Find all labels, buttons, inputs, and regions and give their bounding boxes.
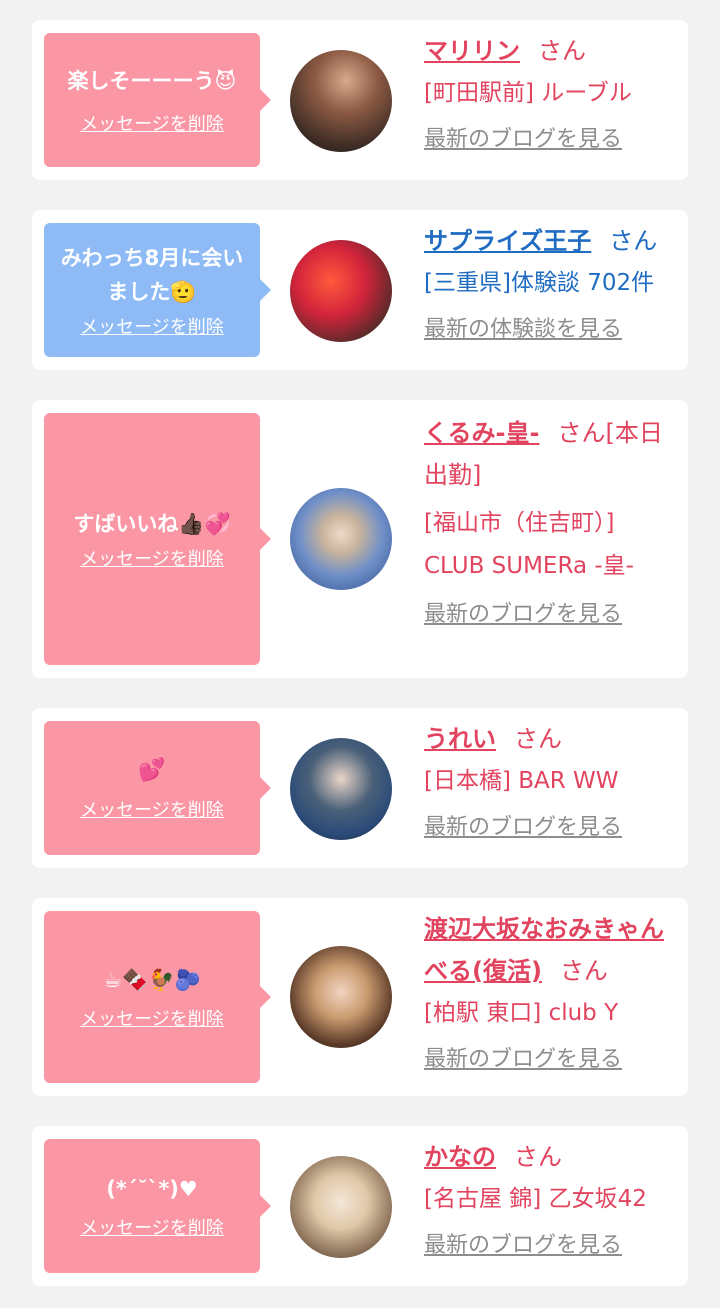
message-text: (*´˘`*)♥ [106,1177,198,1201]
list-item: すばいいね👍🏿💞 メッセージを削除 くるみ-皇- さん[本日出勤] [福山市（住吉… [32,400,688,678]
avatar[interactable] [290,946,392,1048]
message-text: ☕🍫🐓🫐 [103,968,201,992]
list-item: (*´˘`*)♥ メッセージを削除 かなの さん [名古屋 錦] 乙女坂42 最新… [32,1126,688,1286]
profile-name-link[interactable]: くるみ-皇- [424,419,539,447]
message-text: みわっち8月に会いました🫡 [60,246,244,304]
delete-message-link[interactable]: メッセージを削除 [80,545,224,571]
honorific: さん [538,37,586,65]
message-bubble: (*´˘`*)♥ メッセージを削除 [44,1139,271,1273]
profile-name-link[interactable]: うれい [424,725,496,753]
message-bubble: 💕 メッセージを削除 [44,721,271,855]
latest-blog-link[interactable]: 最新のブログを見る [424,121,622,153]
message-bubble: ☕🍫🐓🫐 メッセージを削除 [44,911,271,1083]
delete-message-link[interactable]: メッセージを削除 [80,796,224,822]
profile-name-link[interactable]: かなの [424,1143,496,1171]
latest-blog-link[interactable]: 最新のブログを見る [424,1041,622,1073]
profile-name-link[interactable]: サプライズ王子 [424,227,591,255]
shop-info: [柏駅 東口] club Y [424,1000,619,1026]
list-item: ☕🍫🐓🫐 メッセージを削除 渡辺大坂なおみきゃんべる(復活) さん [柏駅 東口]… [32,898,688,1096]
message-bubble: 楽しそーーーう😈 メッセージを削除 [44,33,271,167]
profile-info: くるみ-皇- さん[本日出勤] [福山市（住吉町）] CLUB SUMERa -皇… [424,412,674,628]
delete-message-link[interactable]: メッセージを削除 [80,1214,224,1240]
avatar[interactable] [290,240,392,342]
message-bubble: すばいいね👍🏿💞 メッセージを削除 [44,413,271,665]
avatar[interactable] [290,488,392,590]
honorific: さん [559,957,608,985]
delete-message-link[interactable]: メッセージを削除 [80,313,224,339]
profile-name-link[interactable]: 渡辺大坂なおみきゃんべる(復活) [424,915,664,985]
shop-info: [日本橋] BAR WW [424,768,619,794]
shop-info: [町田駅前] ルーブル [424,80,632,106]
message-text: 楽しそーーーう😈 [67,69,237,93]
profile-name-link[interactable]: マリリン [424,37,520,65]
profile-info: マリリン さん [町田駅前] ルーブル 最新のブログを見る [424,30,674,153]
avatar[interactable] [290,50,392,152]
latest-blog-link[interactable]: 最新のブログを見る [424,1227,622,1259]
honorific: さん [514,1143,562,1171]
profile-info: かなの さん [名古屋 錦] 乙女坂42 最新のブログを見る [424,1136,674,1259]
honorific: さん [557,419,606,447]
message-list: 楽しそーーーう😈 メッセージを削除 マリリン さん [町田駅前] ルーブル 最新の… [0,0,720,1308]
list-item: 楽しそーーーう😈 メッセージを削除 マリリン さん [町田駅前] ルーブル 最新の… [32,20,688,180]
message-bubble: みわっち8月に会いました🫡 メッセージを削除 [44,223,271,357]
latest-blog-link[interactable]: 最新のブログを見る [424,809,622,841]
honorific: さん [514,725,562,753]
message-text: すばいいね👍🏿💞 [73,512,231,536]
list-item: みわっち8月に会いました🫡 メッセージを削除 サプライズ王子 さん [三重県]体験… [32,210,688,370]
shop-info: [三重県]体験談 702件 [424,270,655,296]
avatar[interactable] [290,738,392,840]
shop-info: [福山市（住吉町）] CLUB SUMERa -皇- [424,510,634,579]
honorific: さん [609,227,658,255]
avatar[interactable] [290,1156,392,1258]
profile-info: うれい さん [日本橋] BAR WW 最新のブログを見る [424,718,674,841]
profile-info: 渡辺大坂なおみきゃんべる(復活) さん [柏駅 東口] club Y 最新のブログ… [424,908,674,1073]
message-text: 💕 [138,758,166,783]
latest-review-link[interactable]: 最新の体験談を見る [424,311,622,343]
delete-message-link[interactable]: メッセージを削除 [80,110,224,136]
profile-info: サプライズ王子 さん [三重県]体験談 702件 最新の体験談を見る [424,220,674,343]
shop-info: [名古屋 錦] 乙女坂42 [424,1186,647,1212]
delete-message-link[interactable]: メッセージを削除 [80,1005,224,1031]
latest-blog-link[interactable]: 最新のブログを見る [424,596,622,628]
list-item: 💕 メッセージを削除 うれい さん [日本橋] BAR WW 最新のブログを見る [32,708,688,868]
